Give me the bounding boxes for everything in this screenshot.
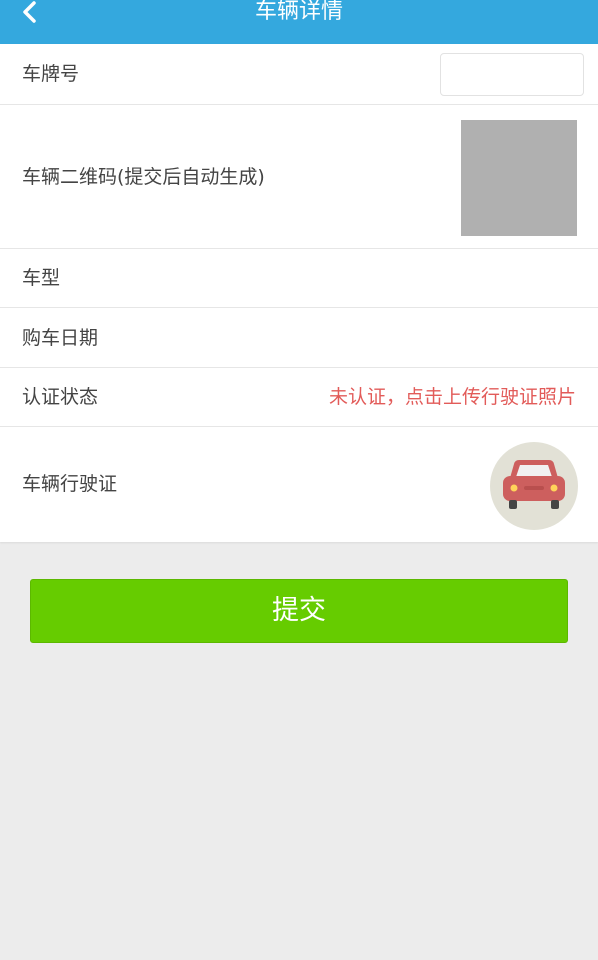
license-upload-button[interactable] bbox=[490, 442, 578, 530]
plate-number-label: 车牌号 bbox=[22, 63, 80, 85]
vehicle-detail-form: 车牌号 车辆二维码(提交后自动生成) 车型 购车日期 认证状态 未认证，点击上传… bbox=[0, 44, 598, 542]
vehicle-model-label: 车型 bbox=[22, 267, 61, 289]
auth-status-link[interactable]: 未认证，点击上传行驶证照片 bbox=[329, 385, 576, 409]
purchase-date-row[interactable]: 购车日期 bbox=[0, 308, 598, 368]
purchase-date-label: 购车日期 bbox=[22, 327, 99, 349]
car-icon bbox=[503, 460, 565, 509]
driving-license-row: 车辆行驶证 bbox=[0, 427, 598, 542]
qrcode-placeholder bbox=[461, 120, 577, 236]
auth-status-row: 认证状态 未认证，点击上传行驶证照片 bbox=[0, 368, 598, 427]
header-bar: 车辆详情 bbox=[0, 0, 598, 44]
qrcode-row: 车辆二维码(提交后自动生成) bbox=[0, 105, 598, 249]
vehicle-model-row[interactable]: 车型 bbox=[0, 249, 598, 308]
plate-number-input[interactable] bbox=[440, 53, 584, 96]
auth-status-label: 认证状态 bbox=[22, 386, 99, 408]
page-title: 车辆详情 bbox=[254, 0, 343, 24]
submit-button[interactable]: 提交 bbox=[30, 579, 568, 643]
driving-license-label: 车辆行驶证 bbox=[22, 473, 118, 495]
plate-number-row: 车牌号 bbox=[0, 44, 598, 105]
qrcode-label: 车辆二维码(提交后自动生成) bbox=[22, 166, 265, 188]
